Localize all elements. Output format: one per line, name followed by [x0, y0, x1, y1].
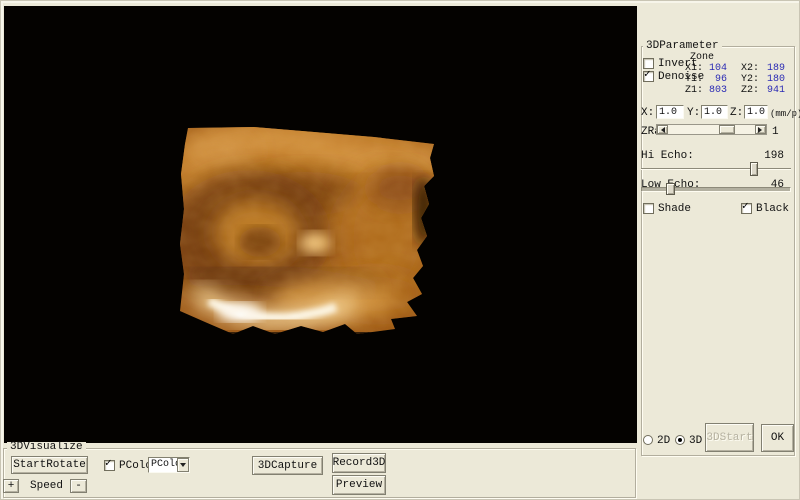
zone-row-z: Z1: 803 Z2: 941 [685, 85, 785, 96]
pcolor-checkbox[interactable]: ✓ [104, 460, 115, 471]
denoise-checkbox[interactable]: ✓ [643, 71, 654, 82]
capture-3d-button[interactable]: 3DCapture [252, 456, 323, 475]
shade-checkbox[interactable] [643, 203, 654, 214]
zrate-scroll-right-button[interactable] [755, 125, 766, 134]
scale-z-input[interactable] [744, 105, 768, 119]
invert-checkbox[interactable] [643, 58, 654, 69]
scroll-right-arrow-icon [758, 127, 765, 133]
shade-label: Shade [658, 204, 691, 215]
low-echo-slider-thumb[interactable] [666, 183, 675, 195]
zone-z2-value: 941 [761, 85, 785, 96]
zone-label: Zone [690, 52, 714, 63]
parameter-panel: 3DParameter Invert ✓ Denoise Zone X1: 10… [640, 0, 800, 500]
zone-x2-value: 189 [761, 63, 785, 74]
scale-y-label: Y: [687, 108, 700, 119]
zrate-scroll-thumb[interactable] [719, 125, 735, 134]
black-label: Black [756, 204, 789, 215]
zone-x1-label: X1: [685, 63, 705, 74]
mode-3d-radio[interactable] [675, 435, 685, 445]
hi-echo-label: Hi Echo: [641, 151, 694, 162]
zone-x2-label: X2: [741, 63, 761, 74]
zrate-value: 1 [772, 127, 779, 138]
record-3d-button[interactable]: Record3D [332, 453, 386, 473]
check-icon: ✓ [742, 203, 749, 212]
check-icon: ✓ [644, 71, 651, 80]
zone-z2-label: Z2: [741, 85, 761, 96]
scroll-left-arrow-icon [658, 127, 665, 133]
low-echo-slider-track[interactable] [641, 187, 791, 192]
zone-z1-value: 803 [705, 85, 727, 96]
zone-y2-value: 180 [761, 74, 785, 85]
speed-label: Speed [30, 481, 63, 492]
mode-2d-label: 2D [657, 436, 670, 447]
start-3d-button[interactable]: 3DStart [705, 423, 754, 452]
hi-echo-slider-thumb[interactable] [750, 162, 758, 176]
mode-3d-label: 3D [689, 436, 702, 447]
app-window: 3DParameter Invert ✓ Denoise Zone X1: 10… [0, 0, 800, 500]
parameter-panel-title: 3DParameter [643, 41, 722, 52]
ok-button[interactable]: OK [761, 424, 794, 452]
zone-z1-label: Z1: [685, 85, 705, 96]
render-viewport[interactable] [4, 6, 637, 443]
speed-plus-button[interactable]: + [3, 479, 19, 493]
scale-y-input[interactable] [701, 105, 728, 119]
hi-echo-slider-track[interactable] [641, 168, 791, 170]
zone-y1-value: 96 [705, 74, 727, 85]
start-rotate-button[interactable]: StartRotate [11, 456, 88, 474]
mode-2d-radio[interactable] [643, 435, 653, 445]
zone-row-x: X1: 104 X2: 189 [685, 63, 785, 74]
zone-row-y: Y1: 96 Y2: 180 [685, 74, 785, 85]
zone-x1-value: 104 [705, 63, 727, 74]
scale-unit-label: (mm/p) [770, 109, 800, 120]
zone-y2-label: Y2: [741, 74, 761, 85]
ultrasound-volume-render [4, 6, 637, 443]
scale-z-label: Z: [730, 108, 743, 119]
pcolor-dropdown[interactable]: PColor [148, 457, 190, 473]
preview-button[interactable]: Preview [332, 475, 386, 495]
scale-x-input[interactable] [656, 105, 684, 119]
speed-minus-button[interactable]: - [70, 479, 87, 493]
zrate-scroll-left-button[interactable] [657, 125, 668, 134]
check-icon: ✓ [105, 460, 112, 469]
dropdown-arrow-icon [180, 463, 186, 470]
hi-echo-value: 198 [764, 151, 784, 162]
zone-y1-label: Y1: [685, 74, 705, 85]
pcolor-dropdown-button[interactable] [177, 458, 189, 472]
black-checkbox[interactable]: ✓ [741, 203, 752, 214]
visualize-panel-title: 3DVisualize [7, 442, 86, 453]
scale-x-label: X: [641, 108, 654, 119]
zrate-scrollbar[interactable] [656, 124, 767, 135]
